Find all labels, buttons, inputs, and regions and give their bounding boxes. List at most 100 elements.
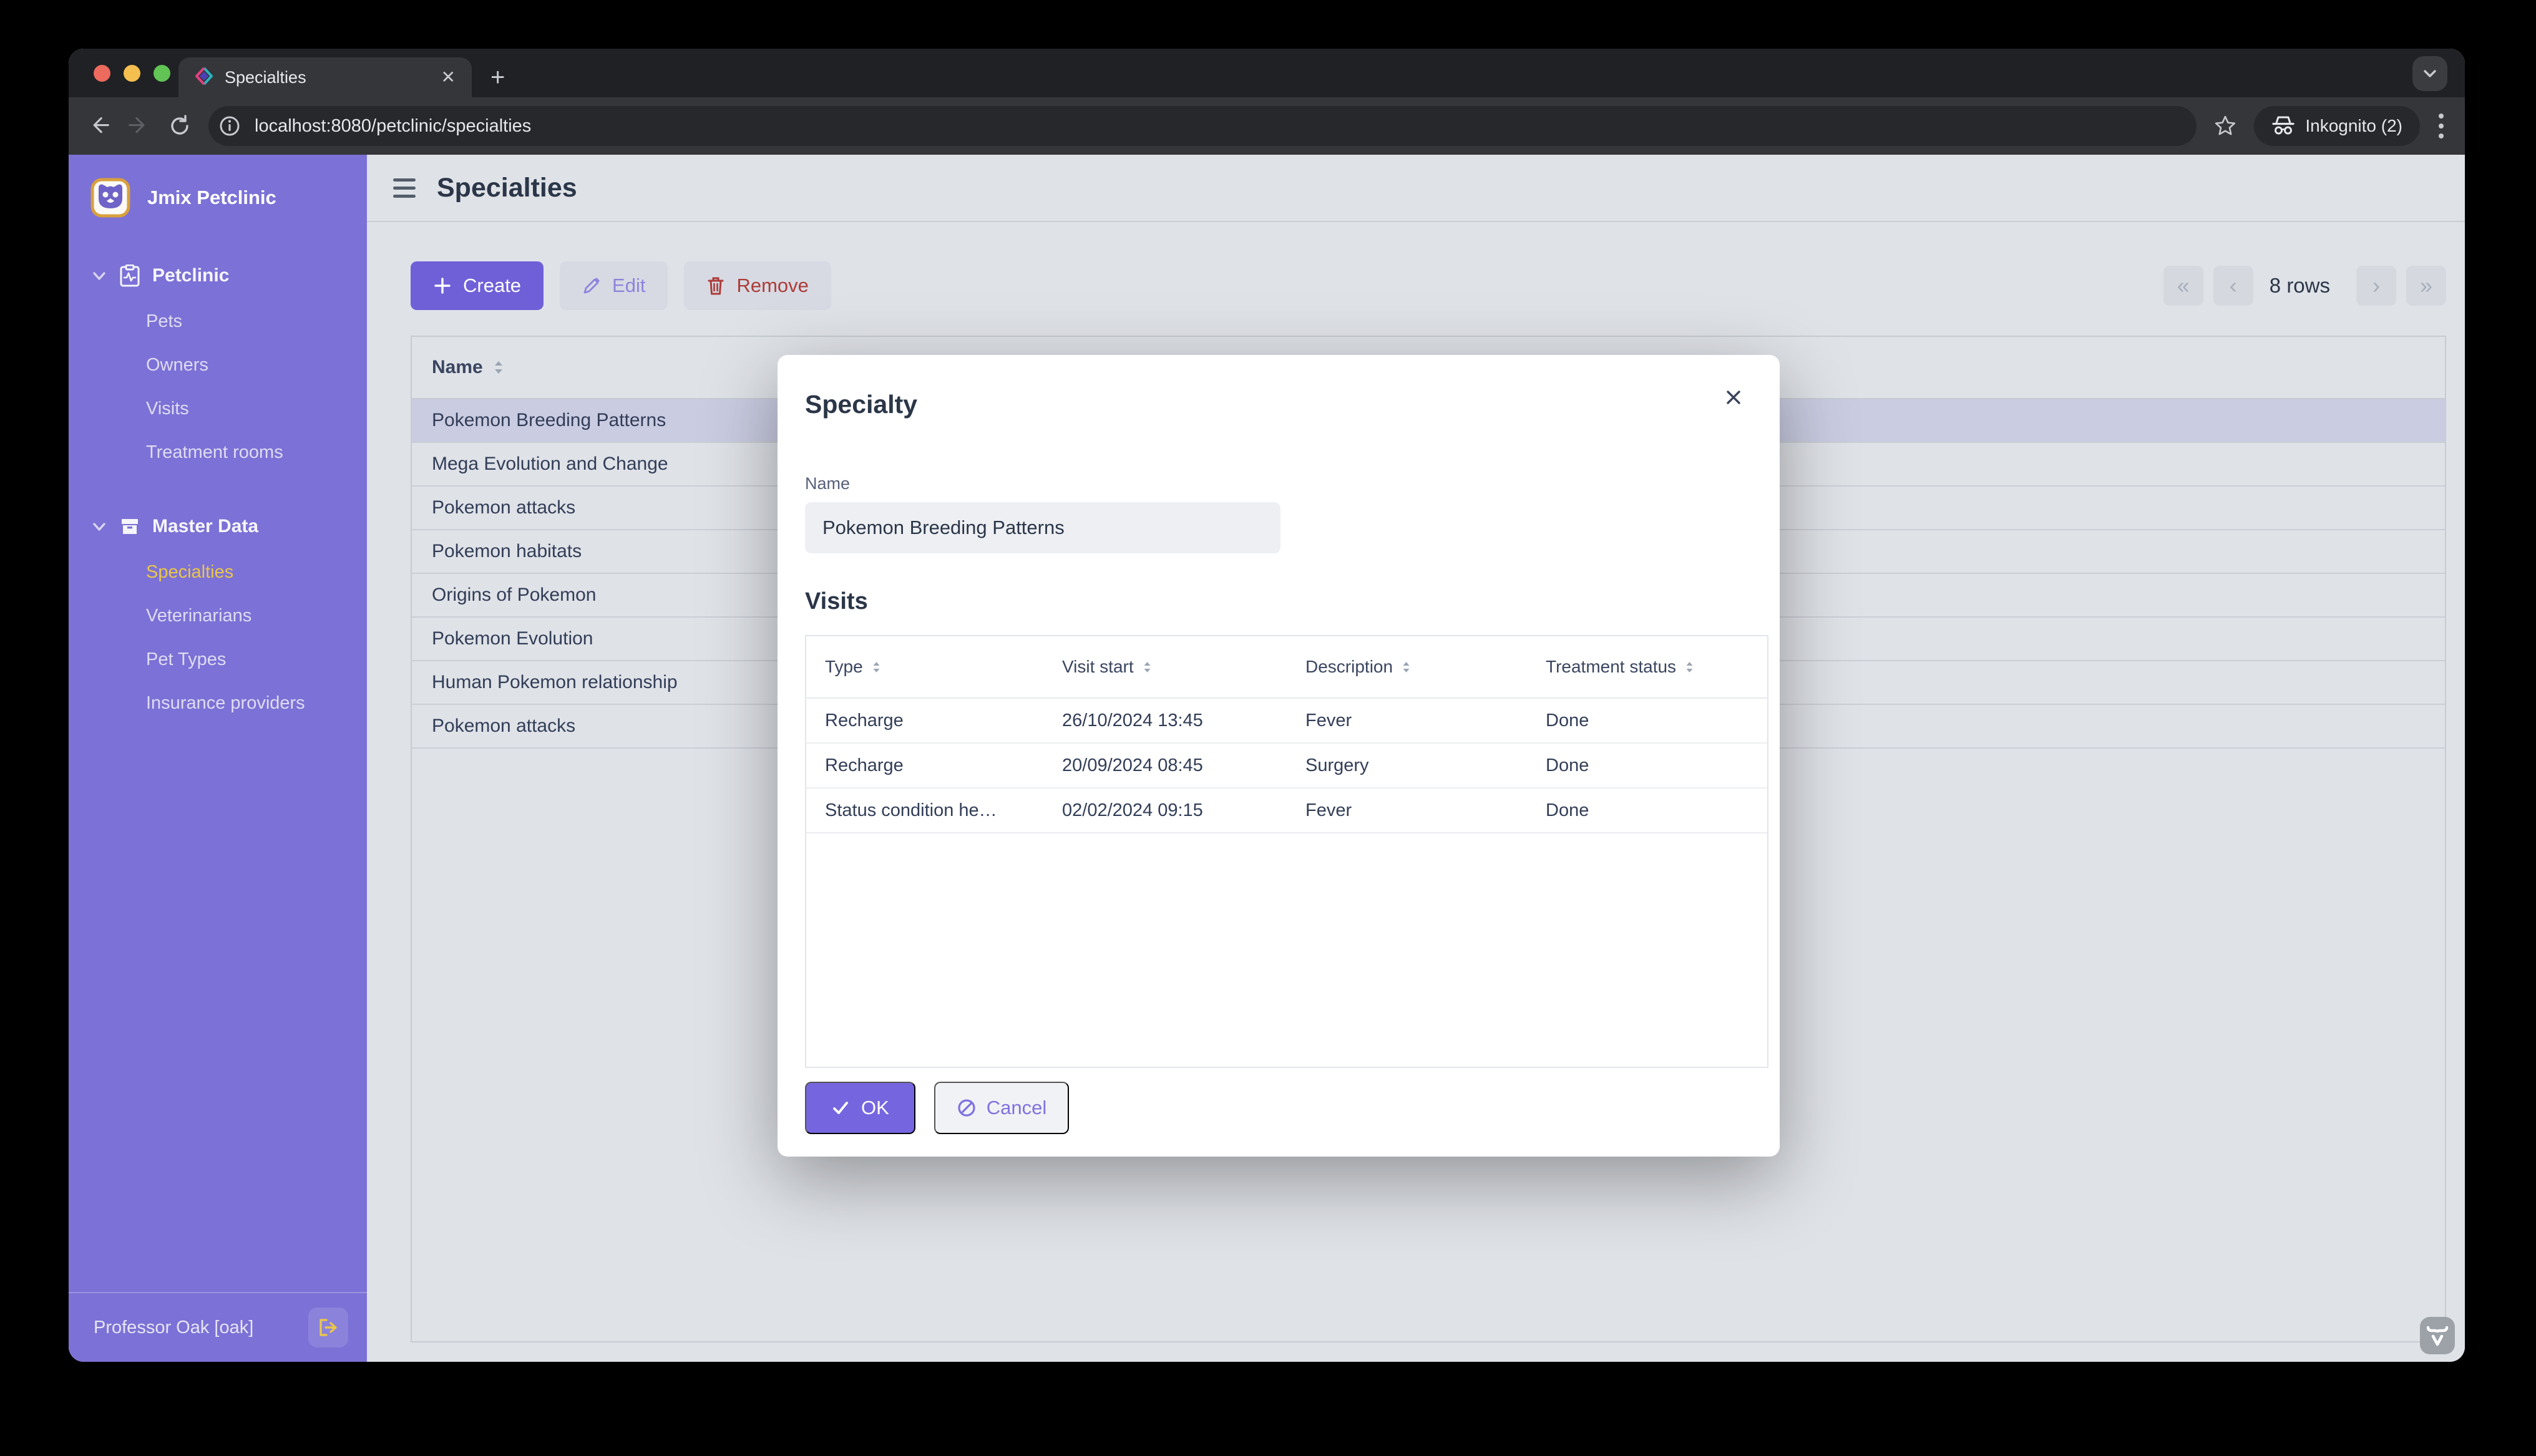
- sort-icon[interactable]: [1143, 661, 1152, 674]
- plus-icon: [434, 278, 451, 294]
- menu-toggle-icon[interactable]: [393, 178, 416, 198]
- petclinic-logo: [90, 178, 130, 218]
- visits-section-title: Visits: [805, 588, 868, 614]
- sidebar-item-insurance-providers[interactable]: Insurance providers: [69, 681, 367, 725]
- dialog-buttons: OK Cancel: [805, 1082, 1070, 1134]
- row-count-label: 8 rows: [2269, 274, 2330, 297]
- sidebar-item-veterinarians[interactable]: Veterinarians: [69, 594, 367, 638]
- logout-button[interactable]: [308, 1308, 348, 1347]
- prev-page-button[interactable]: ‹: [2213, 266, 2253, 306]
- incognito-icon: [2272, 116, 2295, 135]
- address-bar[interactable]: localhost:8080/petclinic/specialties: [208, 106, 2197, 146]
- site-info-icon[interactable]: [215, 111, 245, 141]
- create-button[interactable]: Create: [411, 261, 544, 310]
- ok-button[interactable]: OK: [805, 1082, 915, 1134]
- zoom-window-button[interactable]: [154, 65, 170, 82]
- sort-icon[interactable]: [1402, 661, 1411, 674]
- sidebar-section-master-data[interactable]: Master Data: [69, 504, 367, 549]
- clipboard-pulse-icon: [120, 265, 140, 287]
- edit-button[interactable]: Edit: [560, 261, 668, 310]
- ban-icon: [958, 1099, 975, 1117]
- sort-icon[interactable]: [1685, 661, 1694, 674]
- list-actions: Create Edit Remove « ‹ 8 rows › »: [367, 222, 2465, 323]
- vaadin-dev-badge[interactable]: [2420, 1317, 2455, 1354]
- browser-window: Specialties ✕ + localhost:8080/petclinic…: [69, 49, 2465, 1362]
- remove-button[interactable]: Remove: [684, 261, 831, 310]
- pencil-icon: [583, 278, 600, 294]
- brand-name: Jmix Petclinic: [147, 187, 276, 208]
- window-controls: [94, 65, 170, 82]
- vaadin-icon: [2426, 1326, 2449, 1346]
- minimize-window-button[interactable]: [124, 65, 140, 82]
- tab-strip: Specialties ✕ +: [69, 49, 2465, 97]
- sort-icon[interactable]: [872, 661, 881, 674]
- address-toolbar: localhost:8080/petclinic/specialties Ink…: [69, 97, 2465, 155]
- sidebar: Jmix Petclinic Petclinic Pets Owners Vis…: [69, 155, 367, 1362]
- cancel-label: Cancel: [986, 1097, 1047, 1119]
- remove-label: Remove: [736, 274, 809, 296]
- close-icon: [1727, 391, 1740, 404]
- page-header: Specialties: [367, 155, 2465, 222]
- reload-icon[interactable]: [168, 115, 191, 137]
- column-header-visit-start[interactable]: Visit start: [1043, 657, 1287, 677]
- first-page-button[interactable]: «: [2163, 266, 2203, 306]
- create-label: Create: [463, 274, 522, 296]
- chevron-down-icon: [93, 272, 105, 280]
- back-icon[interactable]: [89, 115, 111, 137]
- tab-title: Specialties: [225, 67, 306, 87]
- visits-grid-header: Type Visit start Description Treatment s…: [806, 636, 1767, 699]
- new-tab-button[interactable]: +: [490, 65, 505, 90]
- page-title: Specialties: [437, 172, 577, 203]
- browser-tab[interactable]: Specialties ✕: [178, 57, 472, 97]
- logout-icon: [319, 1319, 337, 1336]
- column-header-treatment-status[interactable]: Treatment status: [1527, 657, 1767, 677]
- visits-grid: Type Visit start Description Treatment s…: [805, 635, 1768, 1068]
- sidebar-item-owners[interactable]: Owners: [69, 343, 367, 387]
- current-user: Professor Oak [oak]: [94, 1317, 254, 1337]
- trash-icon: [708, 277, 724, 295]
- section-label: Master Data: [152, 516, 259, 536]
- bookmark-star-icon[interactable]: [2214, 115, 2236, 137]
- pagination: « ‹ 8 rows › »: [2153, 266, 2446, 306]
- name-field-label: Name: [805, 474, 851, 493]
- sidebar-item-treatment-rooms[interactable]: Treatment rooms: [69, 430, 367, 474]
- sort-icon[interactable]: [493, 360, 504, 375]
- sidebar-item-specialties[interactable]: Specialties: [69, 550, 367, 594]
- app-brand: Jmix Petclinic: [69, 155, 367, 218]
- browser-menu-icon[interactable]: [2437, 111, 2445, 141]
- name-input-value: Pokemon Breeding Patterns: [822, 517, 1065, 538]
- check-icon: [833, 1102, 848, 1114]
- sidebar-item-pet-types[interactable]: Pet Types: [69, 638, 367, 681]
- incognito-badge[interactable]: Inkognito (2): [2254, 106, 2420, 146]
- column-header-type[interactable]: Type: [806, 657, 1043, 677]
- sidebar-footer: Professor Oak [oak]: [69, 1292, 367, 1362]
- next-page-button[interactable]: ›: [2356, 266, 2396, 306]
- incognito-label: Inkognito (2): [2305, 116, 2402, 135]
- chevron-down-icon: [93, 523, 105, 531]
- visit-row[interactable]: Recharge 20/09/2024 08:45 Surgery Done: [806, 744, 1767, 789]
- favicon: [195, 67, 213, 89]
- column-header-name: Name: [432, 357, 483, 377]
- column-header-description[interactable]: Description: [1287, 657, 1527, 677]
- sidebar-item-visits[interactable]: Visits: [69, 387, 367, 430]
- edit-label: Edit: [612, 274, 646, 296]
- forward-icon[interactable]: [129, 115, 151, 137]
- visit-row[interactable]: Status condition he… 02/02/2024 09:15 Fe…: [806, 789, 1767, 833]
- close-window-button[interactable]: [94, 65, 110, 82]
- tab-close-icon[interactable]: ✕: [441, 69, 456, 86]
- sidebar-section-petclinic[interactable]: Petclinic: [69, 253, 367, 298]
- chevron-down-icon: [2424, 70, 2436, 77]
- visit-row[interactable]: Recharge 26/10/2024 13:45 Fever Done: [806, 699, 1767, 744]
- cancel-button[interactable]: Cancel: [934, 1082, 1070, 1134]
- name-input[interactable]: Pokemon Breeding Patterns: [805, 502, 1280, 553]
- last-page-button[interactable]: »: [2406, 266, 2446, 306]
- specialty-dialog: Specialty Name Pokemon Breeding Patterns…: [778, 355, 1780, 1157]
- section-label: Petclinic: [152, 265, 230, 286]
- sidebar-nav: Petclinic Pets Owners Visits Treatment r…: [69, 253, 367, 725]
- dialog-close-button[interactable]: [1720, 384, 1747, 411]
- tab-search-button[interactable]: [2412, 56, 2447, 91]
- ok-label: OK: [861, 1097, 889, 1119]
- archive-box-icon: [122, 519, 138, 534]
- sidebar-item-pets[interactable]: Pets: [69, 299, 367, 343]
- dialog-title: Specialty: [805, 390, 918, 419]
